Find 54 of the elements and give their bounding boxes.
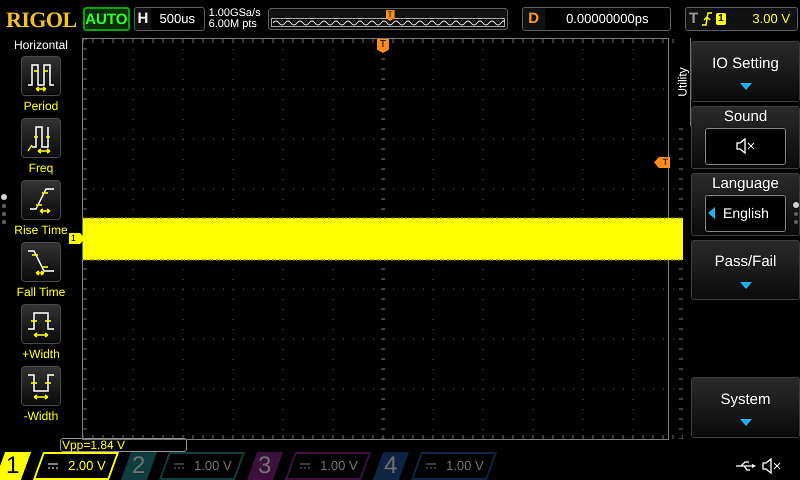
measure-label: Fall Time xyxy=(16,284,66,301)
channel-scale-button[interactable]: 1.00 V xyxy=(158,452,246,480)
timebase-label: H xyxy=(136,8,150,29)
delay-value: 0.00000000ps xyxy=(544,8,670,30)
measure-label: Freq xyxy=(28,160,54,177)
left-arrow-icon xyxy=(708,207,715,220)
channel-scale-button[interactable]: 1.00 V xyxy=(410,452,498,480)
channel-number: 3 xyxy=(246,452,284,480)
trigger-position-marker: T xyxy=(376,39,389,53)
channel-number: 2 xyxy=(120,452,158,480)
brand-logo: RIGOL xyxy=(5,6,78,34)
measure-button[interactable] xyxy=(20,304,61,344)
delay-label: D xyxy=(527,8,540,29)
memory-depth: 6.00M pts xyxy=(208,19,258,30)
trigger-source: 1 xyxy=(716,13,726,25)
channel-scale-button[interactable]: 2.00 V xyxy=(32,452,120,480)
channel-number: 4 xyxy=(372,452,410,480)
menu-button[interactable]: IO Setting xyxy=(691,41,800,102)
language-selector[interactable]: English xyxy=(705,194,786,232)
measure-button[interactable] xyxy=(20,366,61,406)
rising-edge-icon xyxy=(702,12,712,26)
timebase-value: 500us xyxy=(150,8,204,30)
down-arrow-icon xyxy=(740,282,752,289)
menu-button[interactable]: System xyxy=(691,377,800,438)
measure-button[interactable] xyxy=(20,56,61,96)
down-arrow-icon xyxy=(740,419,752,426)
measure-button[interactable] xyxy=(20,180,61,220)
trigger-position-marker: T xyxy=(386,10,395,21)
speaker-muted-icon xyxy=(736,138,756,154)
sample-rate: 1.00GSa/s xyxy=(208,8,262,19)
sound-toggle[interactable] xyxy=(705,128,786,165)
measure-label: Rise Time xyxy=(14,222,68,239)
down-arrow-icon xyxy=(740,83,752,90)
dc-coupling-icon xyxy=(48,463,58,469)
run-mode-button[interactable]: AUTO xyxy=(82,7,130,31)
dc-coupling-icon xyxy=(174,463,184,469)
measure-label: +Width xyxy=(22,346,60,363)
measure-button[interactable] xyxy=(20,242,61,282)
channel-marker: 1 xyxy=(68,233,85,244)
measure-label: -Width xyxy=(24,408,58,425)
measure-button[interactable] xyxy=(20,118,61,158)
trigger-level: 3.00 V xyxy=(752,10,792,28)
panel-title: Horizontal xyxy=(14,38,68,52)
trigger-label: T xyxy=(688,8,698,29)
dc-coupling-icon xyxy=(300,463,310,469)
menu-label: Sound xyxy=(724,108,768,126)
channel-scale-button[interactable]: 1.00 V xyxy=(284,452,372,480)
menu-button[interactable]: Pass/Fail xyxy=(691,240,800,300)
channel-number: 1 xyxy=(0,452,32,480)
dc-coupling-icon xyxy=(426,463,436,469)
trigger-level-marker: T xyxy=(654,157,670,168)
usb-icon xyxy=(736,461,756,471)
menu-label: Language xyxy=(712,174,779,193)
measure-label: Period xyxy=(24,98,58,115)
